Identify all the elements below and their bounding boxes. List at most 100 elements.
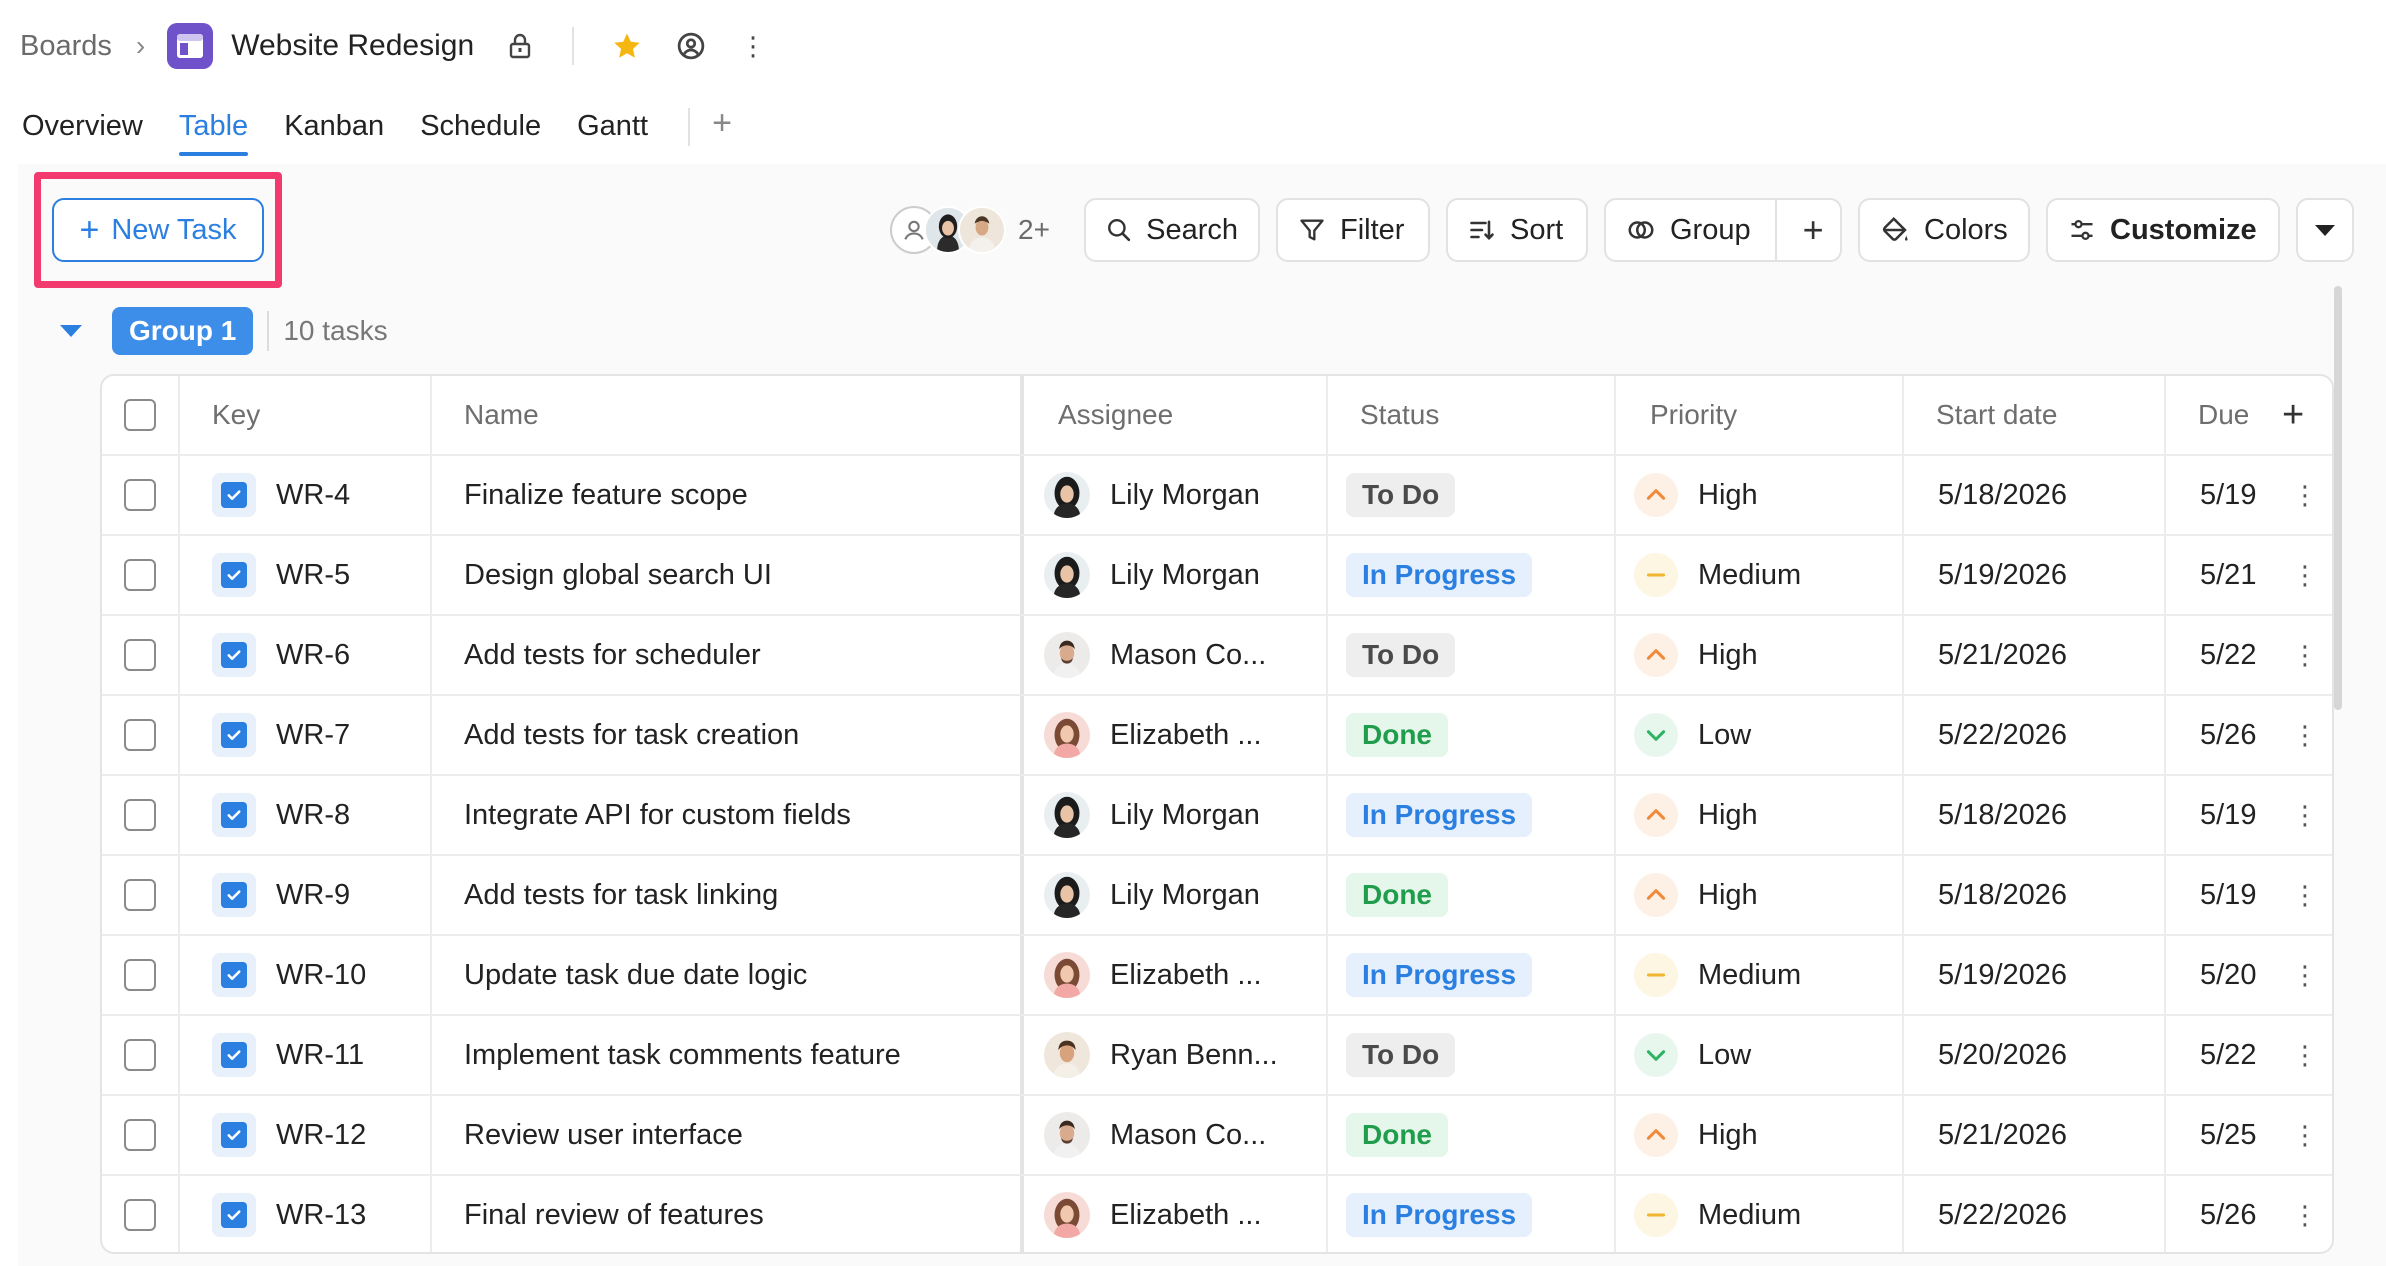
task-key[interactable]: WR-7: [276, 719, 350, 752]
due-date[interactable]: 5/20: [2200, 936, 2290, 1014]
task-name[interactable]: Design global search UI: [464, 536, 1004, 614]
due-date[interactable]: 5/19: [2200, 456, 2290, 534]
row-checkbox[interactable]: [124, 479, 156, 511]
table-row[interactable]: WR-9 Add tests for task linking Lily Morga…: [102, 856, 2332, 936]
table-row[interactable]: WR-4 Finalize feature scope Lily Morgan To …: [102, 456, 2332, 536]
row-menu-icon[interactable]: ⋮: [2292, 560, 2318, 591]
task-name[interactable]: Add tests for scheduler: [464, 616, 1004, 694]
table-row[interactable]: WR-5 Design global search UI Lily Morgan In…: [102, 536, 2332, 616]
column-header-key[interactable]: Key: [212, 376, 412, 454]
customize-button[interactable]: Customize: [2046, 198, 2280, 262]
column-header-due[interactable]: Due: [2198, 376, 2268, 454]
start-date[interactable]: 5/21/2026: [1938, 1096, 2158, 1174]
tab-gantt[interactable]: Gantt: [577, 100, 648, 156]
tab-schedule[interactable]: Schedule: [420, 100, 541, 156]
board-title[interactable]: Website Redesign: [231, 29, 474, 63]
start-date[interactable]: 5/18/2026: [1938, 776, 2158, 854]
task-name[interactable]: Review user interface: [464, 1096, 1004, 1174]
task-key[interactable]: WR-5: [276, 559, 350, 592]
assignee-name[interactable]: Lily Morgan: [1110, 879, 1260, 912]
assignee-name[interactable]: Elizabeth ...: [1110, 959, 1262, 992]
task-key[interactable]: WR-12: [276, 1119, 366, 1152]
row-checkbox[interactable]: [124, 559, 156, 591]
task-key[interactable]: WR-11: [276, 1039, 364, 1072]
assignee-name[interactable]: Mason Co...: [1110, 639, 1266, 672]
tab-overview[interactable]: Overview: [22, 100, 143, 156]
column-header-status[interactable]: Status: [1360, 376, 1600, 454]
priority-label[interactable]: High: [1698, 799, 1758, 832]
task-key[interactable]: WR-8: [276, 799, 350, 832]
vertical-scrollbar[interactable]: [2334, 286, 2342, 710]
row-menu-icon[interactable]: ⋮: [2292, 1200, 2318, 1231]
row-menu-icon[interactable]: ⋮: [2292, 1040, 2318, 1071]
start-date[interactable]: 5/20/2026: [1938, 1016, 2158, 1094]
start-date[interactable]: 5/19/2026: [1938, 936, 2158, 1014]
assignee-name[interactable]: Lily Morgan: [1110, 799, 1260, 832]
status-badge[interactable]: In Progress: [1346, 793, 1533, 837]
new-task-button[interactable]: + New Task: [52, 198, 264, 262]
start-date[interactable]: 5/22/2026: [1938, 1176, 2158, 1252]
row-checkbox[interactable]: [124, 799, 156, 831]
filter-button[interactable]: Filter: [1276, 198, 1430, 262]
due-date[interactable]: 5/19: [2200, 776, 2290, 854]
due-date[interactable]: 5/21: [2200, 536, 2290, 614]
breadcrumb-boards[interactable]: Boards: [20, 30, 112, 63]
row-checkbox[interactable]: [124, 959, 156, 991]
status-badge[interactable]: To Do: [1346, 633, 1456, 677]
column-header-name[interactable]: Name: [464, 376, 1004, 454]
table-row[interactable]: WR-11 Implement task comments feature Ryan…: [102, 1016, 2332, 1096]
priority-label[interactable]: Medium: [1698, 959, 1801, 992]
start-date[interactable]: 5/19/2026: [1938, 536, 2158, 614]
lock-icon[interactable]: [508, 33, 532, 59]
due-date[interactable]: 5/26: [2200, 696, 2290, 774]
more-vertical-icon[interactable]: ⋮: [740, 31, 766, 62]
assignee-name[interactable]: Elizabeth ...: [1110, 1199, 1262, 1232]
due-date[interactable]: 5/26: [2200, 1176, 2290, 1252]
group-button[interactable]: Group +: [1604, 198, 1842, 262]
sort-button[interactable]: Sort: [1446, 198, 1588, 262]
due-date[interactable]: 5/22: [2200, 1016, 2290, 1094]
table-row[interactable]: WR-7 Add tests for task creation Elizabeth…: [102, 696, 2332, 776]
task-name[interactable]: Finalize feature scope: [464, 456, 1004, 534]
task-key[interactable]: WR-4: [276, 479, 350, 512]
priority-label[interactable]: Medium: [1698, 1199, 1801, 1232]
status-badge[interactable]: In Progress: [1346, 1193, 1533, 1237]
column-header-priority[interactable]: Priority: [1650, 376, 1890, 454]
row-menu-icon[interactable]: ⋮: [2292, 800, 2318, 831]
task-key[interactable]: WR-9: [276, 879, 350, 912]
board-members[interactable]: 2+: [890, 202, 1050, 258]
star-icon[interactable]: [612, 31, 642, 61]
table-row[interactable]: WR-13 Final review of features Elizabeth .…: [102, 1176, 2332, 1252]
row-menu-icon[interactable]: ⋮: [2292, 480, 2318, 511]
column-header-assignee[interactable]: Assignee: [1058, 376, 1308, 454]
table-row[interactable]: WR-6 Add tests for scheduler Mason Co... To…: [102, 616, 2332, 696]
status-badge[interactable]: Done: [1346, 1113, 1448, 1157]
start-date[interactable]: 5/22/2026: [1938, 696, 2158, 774]
priority-label[interactable]: High: [1698, 639, 1758, 672]
assignee-name[interactable]: Lily Morgan: [1110, 479, 1260, 512]
status-badge[interactable]: To Do: [1346, 1033, 1456, 1077]
row-menu-icon[interactable]: ⋮: [2292, 640, 2318, 671]
row-menu-icon[interactable]: ⋮: [2292, 880, 2318, 911]
due-date[interactable]: 5/19: [2200, 856, 2290, 934]
row-menu-icon[interactable]: ⋮: [2292, 960, 2318, 991]
priority-label[interactable]: High: [1698, 879, 1758, 912]
row-checkbox[interactable]: [124, 879, 156, 911]
priority-label[interactable]: Low: [1698, 1039, 1751, 1072]
start-date[interactable]: 5/18/2026: [1938, 456, 2158, 534]
priority-label[interactable]: High: [1698, 1119, 1758, 1152]
task-name[interactable]: Update task due date logic: [464, 936, 1004, 1014]
task-key[interactable]: WR-6: [276, 639, 350, 672]
watch-icon[interactable]: [676, 31, 706, 61]
task-key[interactable]: WR-13: [276, 1199, 366, 1232]
tab-table[interactable]: Table: [178, 100, 249, 156]
assignee-name[interactable]: Mason Co...: [1110, 1119, 1266, 1152]
assignee-name[interactable]: Elizabeth ...: [1110, 719, 1262, 752]
row-checkbox[interactable]: [124, 639, 156, 671]
assignee-name[interactable]: Lily Morgan: [1110, 559, 1260, 592]
row-checkbox[interactable]: [124, 719, 156, 751]
due-date[interactable]: 5/25: [2200, 1096, 2290, 1174]
status-badge[interactable]: Done: [1346, 873, 1448, 917]
toolbar-dropdown-button[interactable]: [2296, 198, 2354, 262]
status-badge[interactable]: In Progress: [1346, 553, 1533, 597]
